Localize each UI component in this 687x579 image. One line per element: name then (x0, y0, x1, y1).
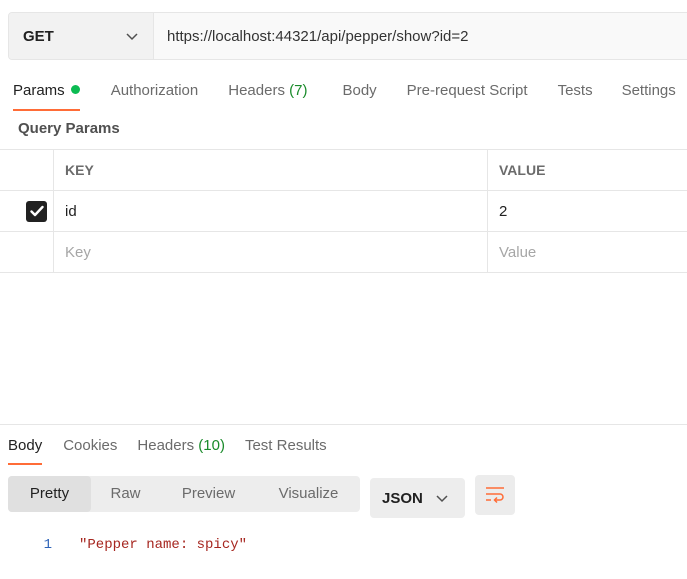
url-input[interactable]: https://localhost:44321/api/pepper/show?… (154, 13, 687, 59)
response-divider (0, 424, 687, 425)
tab-headers-count: (7) (289, 82, 308, 99)
header-check-cell (0, 150, 54, 190)
param-value: 2 (499, 202, 508, 220)
table-row-new: Key Value (0, 232, 687, 273)
tab-headers[interactable]: Headers (7) (228, 78, 307, 112)
wrap-lines-button[interactable] (475, 475, 515, 515)
tab-headers-label: Headers (228, 82, 285, 99)
tab-cookies-label: Cookies (63, 437, 118, 454)
tab-settings[interactable]: Settings (622, 78, 676, 112)
params-table: KEY VALUE id 2 Key Value (0, 149, 687, 273)
tab-tests-label: Tests (557, 82, 593, 99)
request-tabs: Params Authorization Headers (7) Body Pr… (0, 78, 687, 112)
param-check-cell (0, 191, 54, 231)
query-params-title: Query Params (18, 120, 120, 137)
param-checkbox[interactable] (26, 200, 47, 222)
view-mode-group: Pretty Raw Preview Visualize (8, 476, 360, 512)
new-value-field[interactable]: Value (488, 232, 687, 272)
view-pretty-button[interactable]: Pretty (8, 476, 91, 512)
key-placeholder: Key (65, 243, 91, 261)
params-header-row: KEY VALUE (0, 150, 687, 191)
tab-response-headers[interactable]: Headers (10) (137, 433, 225, 465)
table-row: id 2 (0, 191, 687, 232)
check-icon (29, 205, 44, 217)
new-key-field[interactable]: Key (54, 232, 488, 272)
tab-pre-request-label: Pre-request Script (406, 82, 528, 99)
tab-tests[interactable]: Tests (558, 78, 593, 112)
params-status-dot (70, 85, 80, 94)
format-select[interactable]: JSON (370, 478, 465, 518)
tab-test-results-label: Test Results (244, 437, 327, 454)
chevron-down-icon (436, 495, 448, 503)
header-value: VALUE (499, 162, 546, 178)
tab-response-headers-count: (10) (198, 437, 225, 454)
response-code: 1 "Pepper name: spicy" (0, 533, 687, 557)
tab-cookies[interactable]: Cookies (63, 433, 117, 465)
url-text: https://localhost:44321/api/pepper/show?… (167, 27, 469, 45)
new-check-cell (0, 232, 54, 272)
response-tabs: Body Cookies Headers (10) Test Results (0, 433, 327, 467)
view-visualize-button[interactable]: Visualize (257, 476, 360, 512)
view-raw-button[interactable]: Raw (91, 476, 160, 512)
tab-settings-label: Settings (621, 82, 676, 99)
request-bar: GET https://localhost:44321/api/pepper/s… (8, 12, 687, 60)
tab-test-results[interactable]: Test Results (245, 433, 327, 465)
value-placeholder: Value (499, 243, 537, 261)
tab-response-body[interactable]: Body (8, 433, 43, 465)
response-body-text: "Pepper name: spicy" (79, 537, 248, 553)
tab-authorization[interactable]: Authorization (111, 78, 199, 112)
method-select[interactable]: GET (9, 13, 154, 59)
param-value-cell[interactable]: 2 (488, 191, 687, 231)
chevron-down-icon (126, 33, 138, 41)
method-label: GET (23, 27, 54, 45)
header-key: KEY (54, 150, 488, 190)
tab-params[interactable]: Params (13, 78, 80, 112)
wrap-lines-icon (486, 487, 504, 504)
tab-params-label: Params (13, 82, 65, 99)
tab-response-headers-label: Headers (137, 437, 195, 454)
line-number: 1 (43, 537, 52, 553)
tab-pre-request-script[interactable]: Pre-request Script (407, 78, 528, 112)
format-label: JSON (382, 489, 423, 507)
tab-response-body-label: Body (8, 437, 43, 454)
tab-authorization-label: Authorization (110, 82, 199, 99)
param-key: id (65, 202, 77, 220)
tab-body-label: Body (342, 82, 377, 99)
view-preview-button[interactable]: Preview (160, 476, 257, 512)
param-key-cell[interactable]: id (54, 191, 488, 231)
tab-body[interactable]: Body (342, 78, 376, 112)
